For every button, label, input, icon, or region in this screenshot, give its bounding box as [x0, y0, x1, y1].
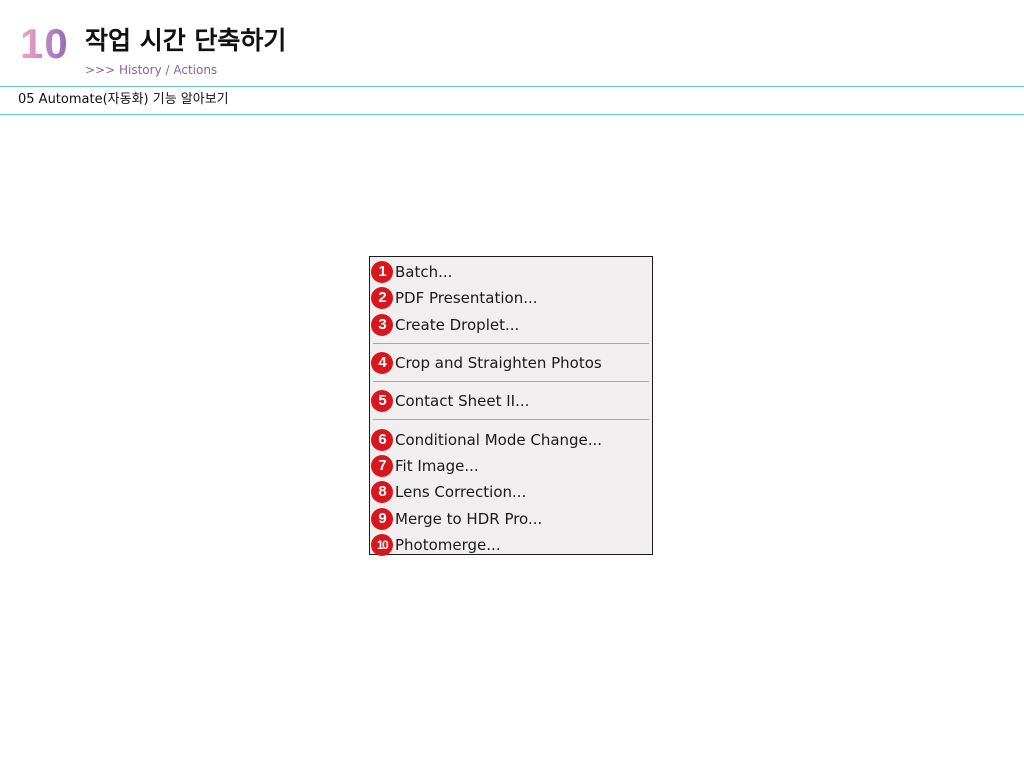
number-badge: 10	[371, 533, 393, 556]
section-title: 05 Automate(자동화) 기능 알아보기	[18, 92, 229, 107]
number-badge: 4	[371, 352, 393, 375]
menu-item-merge-hdr-pro[interactable]: 9 Merge to HDR Pro...	[370, 505, 652, 531]
number-badge: 6	[371, 428, 393, 451]
number-badge: 8	[371, 481, 393, 504]
menu-item-label: Create Droplet...	[395, 315, 520, 334]
menu-item-label: Crop and Straighten Photos	[395, 354, 602, 373]
menu-item-label: Lens Correction...	[395, 483, 527, 502]
number-badge: 1	[371, 261, 393, 284]
automate-menu: 1 Batch... 2 PDF Presentation... 3 Creat…	[369, 256, 653, 558]
menu-item-label: Merge to HDR Pro...	[395, 509, 543, 528]
page-header: 10 작업 시간 단축하기 >>> History / Actions	[0, 0, 1024, 86]
menu-item-photomerge[interactable]: 10 Photomerge...	[370, 532, 652, 558]
number-badge: 7	[371, 454, 393, 477]
menu-item-label: Fit Image...	[395, 456, 479, 475]
menu-item-create-droplet[interactable]: 3 Create Droplet...	[370, 312, 652, 338]
menu-item-batch[interactable]: 1 Batch...	[370, 259, 652, 285]
menu-item-crop-straighten[interactable]: 4 Crop and Straighten Photos	[370, 350, 652, 376]
bottom-divider	[0, 114, 1024, 115]
menu-item-label: Contact Sheet II...	[395, 392, 530, 411]
menu-item-pdf-presentation[interactable]: 2 PDF Presentation...	[370, 285, 652, 311]
menu-item-lens-correction[interactable]: 8 Lens Correction...	[370, 479, 652, 505]
number-badge: 3	[371, 313, 393, 336]
menu-item-label: Batch...	[395, 263, 453, 282]
number-badge: 2	[371, 287, 393, 310]
number-badge: 9	[371, 507, 393, 530]
menu-item-fit-image[interactable]: 7 Fit Image...	[370, 453, 652, 479]
chapter-number: 10	[20, 20, 69, 67]
number-badge: 5	[371, 390, 393, 413]
menu-separator	[370, 414, 652, 426]
chapter-subtitle: >>> History / Actions	[85, 63, 218, 77]
menu-item-contact-sheet[interactable]: 5 Contact Sheet II...	[370, 388, 652, 414]
menu-item-conditional-mode-change[interactable]: 6 Conditional Mode Change...	[370, 426, 652, 452]
menu-item-label: Conditional Mode Change...	[395, 430, 603, 449]
menu-separator	[370, 376, 652, 388]
menu-item-label: PDF Presentation...	[395, 289, 538, 308]
top-divider	[0, 86, 1024, 87]
menu-separator	[370, 338, 652, 350]
menu-item-label: Photomerge...	[395, 535, 501, 554]
chapter-title: 작업 시간 단축하기	[85, 26, 287, 55]
